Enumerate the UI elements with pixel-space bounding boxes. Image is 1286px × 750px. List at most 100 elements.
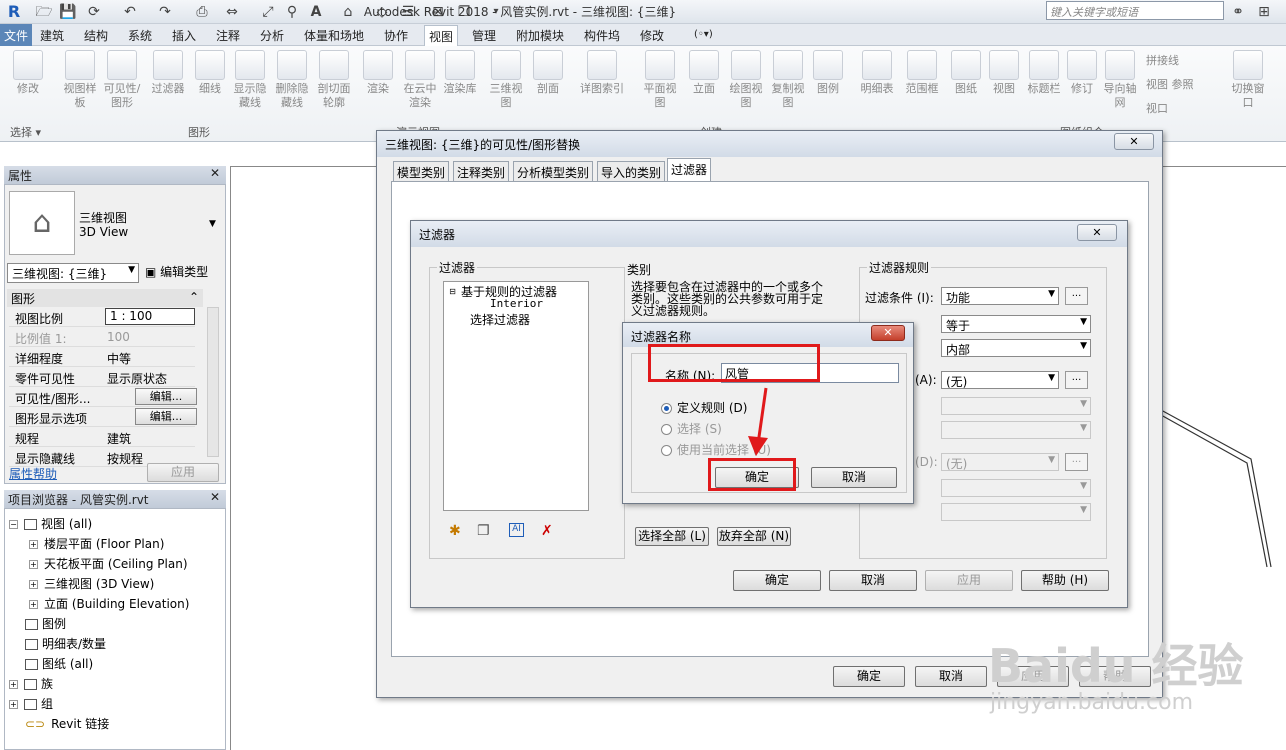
- tree-item-3d-view[interactable]: + 三维视图 (3D View): [29, 575, 154, 592]
- scope-box-button[interactable]: 范围框: [902, 50, 942, 96]
- property-row[interactable]: 图形显示选项 编辑...: [9, 407, 197, 427]
- revisions-button[interactable]: 修订: [1062, 50, 1102, 96]
- tab-modify[interactable]: 修改: [640, 27, 664, 44]
- tab-model-categories[interactable]: 模型类别: [393, 161, 450, 181]
- thin-lines-button[interactable]: 细线: [190, 50, 230, 96]
- plan-views-button[interactable]: 平面视图: [640, 50, 680, 110]
- tree-item-ceiling-plan[interactable]: + 天花板平面 (Ceiling Plan): [29, 555, 188, 572]
- and-condition-select[interactable]: (无) ▼: [941, 371, 1059, 389]
- view-selector[interactable]: 三维视图: {三维} ▼: [7, 263, 139, 283]
- check-none-button[interactable]: 放弃全部 (N): [717, 527, 791, 546]
- edit-graphic-display-button[interactable]: 编辑...: [135, 408, 197, 425]
- rename-filter-icon[interactable]: AI: [509, 523, 524, 537]
- tab-manage[interactable]: 管理: [472, 27, 496, 44]
- tab-insert[interactable]: 插入: [172, 27, 196, 44]
- tree-item-families[interactable]: + 族: [9, 675, 53, 692]
- switch-windows-button[interactable]: 切换窗口: [1228, 50, 1268, 110]
- tree-item-elevation[interactable]: + 立面 (Building Elevation): [29, 595, 189, 612]
- tree-item-schedules[interactable]: 明细表/数量: [25, 635, 106, 652]
- value-select[interactable]: 内部 ▼: [941, 339, 1091, 357]
- new-filter-icon[interactable]: ✱: [449, 523, 461, 539]
- tree-item-sheets[interactable]: 图纸 (all): [25, 655, 93, 672]
- tab-imported-categories[interactable]: 导入的类别: [597, 161, 666, 181]
- property-row[interactable]: 可见性/图形... 编辑...: [9, 387, 197, 407]
- operator-select[interactable]: 等于 ▼: [941, 315, 1091, 333]
- subscription-icon[interactable]: ⊞: [1254, 3, 1274, 21]
- cancel-button[interactable]: 取消: [829, 570, 917, 591]
- tab-architecture[interactable]: 建筑: [40, 27, 64, 44]
- tab-systems[interactable]: 系统: [128, 27, 152, 44]
- close-icon[interactable]: ✕: [210, 490, 220, 504]
- schedules-button[interactable]: 明细表: [852, 50, 902, 96]
- binoculars-icon[interactable]: ⚭: [1228, 3, 1248, 21]
- properties-help-link[interactable]: 属性帮助: [9, 465, 57, 482]
- tab-annotate[interactable]: 注释: [216, 27, 240, 44]
- property-row[interactable]: 视图比例 1 : 100: [9, 307, 195, 327]
- tab-filters[interactable]: 过滤器: [667, 158, 712, 181]
- ok-button[interactable]: 确定: [833, 666, 905, 687]
- duplicate-view-button[interactable]: 复制视图: [768, 50, 808, 110]
- ok-button[interactable]: 确定: [733, 570, 821, 591]
- 3d-view-button[interactable]: 三维视图: [486, 50, 526, 110]
- tab-view[interactable]: 视图: [424, 25, 459, 46]
- search-input[interactable]: 键入关键字或短语: [1046, 1, 1224, 20]
- tab-massing-site[interactable]: 体量和场地: [304, 27, 364, 44]
- callout-button[interactable]: 详图索引: [574, 50, 630, 96]
- section-graphics[interactable]: 图形 ⌃: [7, 289, 203, 307]
- type-dropdown-icon[interactable]: ▼: [209, 219, 216, 229]
- visibility-graphics-button[interactable]: 可见性/图形: [102, 50, 142, 110]
- drafting-view-button[interactable]: 绘图视图: [726, 50, 766, 110]
- matchline-button[interactable]: 拼接线: [1146, 52, 1179, 68]
- tree-item-selection-filters[interactable]: 选择过滤器: [470, 311, 530, 328]
- close-icon[interactable]: ✕: [1077, 224, 1117, 241]
- close-icon[interactable]: ✕: [210, 166, 220, 180]
- viewports-button[interactable]: 视口: [1146, 100, 1168, 116]
- browse-button[interactable]: ...: [1065, 287, 1088, 305]
- elevation-button[interactable]: 立面: [684, 50, 724, 96]
- tab-annotation-categories[interactable]: 注释类别: [453, 161, 510, 181]
- tab-structure[interactable]: 结构: [84, 27, 108, 44]
- close-icon[interactable]: ✕: [1114, 133, 1154, 150]
- select-all-button[interactable]: 选择全部 (L): [635, 527, 709, 546]
- remove-hidden-lines-button[interactable]: 删除隐藏线: [272, 50, 312, 110]
- view-reference-button[interactable]: 视图 参照: [1146, 76, 1194, 92]
- tree-item-legends[interactable]: 图例: [25, 615, 66, 632]
- tree-item-views[interactable]: − 视图 (all): [9, 515, 92, 532]
- cancel-button[interactable]: 取消: [915, 666, 987, 687]
- duplicate-filter-icon[interactable]: ❐: [477, 523, 490, 539]
- show-hidden-lines-button[interactable]: 显示隐藏线: [230, 50, 270, 110]
- radio-define-rules[interactable]: 定义规则 (D): [661, 399, 747, 416]
- properties-scrollbar[interactable]: [207, 307, 219, 457]
- tab-addins[interactable]: 附加模块: [516, 27, 564, 44]
- apply-button[interactable]: 应用: [147, 463, 219, 482]
- tree-item-revit-links[interactable]: ⊂⊃ Revit 链接: [25, 715, 109, 732]
- tab-components[interactable]: 构件坞: [584, 27, 620, 44]
- property-row[interactable]: 规程 建筑: [9, 427, 195, 447]
- property-row[interactable]: 详细程度 中等: [9, 347, 195, 367]
- tree-item-floor-plan[interactable]: + 楼层平面 (Floor Plan): [29, 535, 164, 552]
- tree-item-groups[interactable]: + 组: [9, 695, 53, 712]
- tab-collaborate[interactable]: 协作: [384, 27, 408, 44]
- title-block-button[interactable]: 标题栏: [1024, 50, 1064, 96]
- filter-tree[interactable]: ⊟ 基于规则的过滤器 Interior 选择过滤器: [443, 281, 589, 511]
- sheet-button[interactable]: 图纸: [946, 50, 986, 96]
- ribbon-group-select[interactable]: 选择 ▾: [10, 124, 41, 140]
- cut-profile-button[interactable]: 剖切面轮廓: [314, 50, 354, 110]
- condition-select[interactable]: 功能 ▼: [941, 287, 1059, 305]
- section-button[interactable]: 剖面: [528, 50, 568, 96]
- legends-button[interactable]: 图例: [808, 50, 848, 96]
- property-row[interactable]: 零件可见性 显示原状态: [9, 367, 195, 387]
- cloud-render-button[interactable]: 在云中渲染: [400, 50, 440, 110]
- edit-type-button[interactable]: ▣ 编辑类型: [145, 263, 208, 280]
- close-icon[interactable]: ✕: [871, 325, 905, 341]
- view-button[interactable]: 视图: [984, 50, 1024, 96]
- browse-button[interactable]: ...: [1065, 371, 1088, 389]
- tab-analytical-categories[interactable]: 分析模型类别: [513, 161, 594, 181]
- tab-file[interactable]: 文件: [0, 24, 33, 46]
- help-button[interactable]: 帮助 (H): [1021, 570, 1109, 591]
- edit-visibility-button[interactable]: 编辑...: [135, 388, 197, 405]
- guide-grid-button[interactable]: 导向轴网: [1100, 50, 1140, 110]
- tab-analyze[interactable]: 分析: [260, 27, 284, 44]
- filters-button[interactable]: 过滤器: [148, 50, 188, 96]
- render-button[interactable]: 渲染: [358, 50, 398, 96]
